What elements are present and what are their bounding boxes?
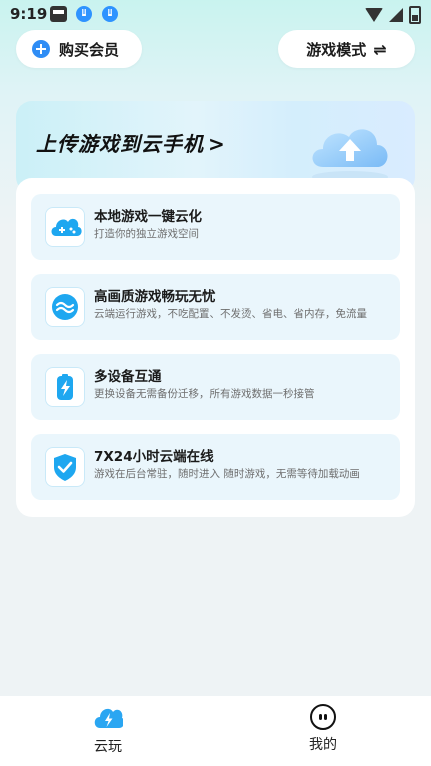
- feature-subtitle: 更换设备无需备份迁移，所有游戏数据一秒接管: [94, 388, 315, 400]
- buy-member-label: 购买会员: [59, 40, 120, 59]
- nav-label: 我的: [309, 737, 337, 753]
- feature-title: 本地游戏一键云化: [94, 209, 202, 225]
- wifi-icon: [365, 8, 383, 22]
- nav-item-mine[interactable]: 我的: [283, 704, 363, 754]
- plus-icon: [32, 40, 50, 58]
- banner-title-text: 上传游戏到云手机: [36, 132, 204, 156]
- feature-subtitle: 云端运行游戏，不吃配置、不发烫、省电、省内存，免流量: [94, 308, 367, 320]
- feature-card[interactable]: 7X24小时云端在线 游戏在后台常驻，随时进入 随时游戏，无需等待加载动画: [31, 434, 400, 500]
- feature-card[interactable]: 本地游戏一键云化 打造你的独立游戏空间: [31, 194, 400, 260]
- wave-icon: [45, 287, 85, 327]
- status-bar: 9:19: [0, 0, 431, 28]
- download-icon: [76, 6, 92, 22]
- feature-card[interactable]: 多设备互通 更换设备无需备份迁移，所有游戏数据一秒接管: [31, 354, 400, 420]
- battery-bolt-icon: [45, 367, 85, 407]
- feature-card[interactable]: 高画质游戏畅玩无忧 云端运行游戏，不吃配置、不发烫、省电、省内存，免流量: [31, 274, 400, 340]
- status-time: 9:19: [10, 5, 48, 23]
- app-notification-icon: [50, 6, 67, 22]
- game-mode-label: 游戏模式: [306, 40, 367, 59]
- signal-icon: [389, 8, 403, 22]
- feature-title: 7X24小时云端在线: [94, 449, 214, 465]
- feature-title: 多设备互通: [94, 369, 162, 385]
- cloud-gamepad-icon: [45, 207, 85, 247]
- bottom-nav: 云玩 我的: [0, 696, 431, 766]
- game-mode-button[interactable]: 游戏模式 ⇌: [278, 30, 415, 68]
- nav-item-cloud-play[interactable]: 云玩: [68, 704, 148, 756]
- cloud-bolt-icon: [94, 708, 123, 728]
- swap-icon: ⇌: [373, 39, 387, 59]
- status-indicators: [365, 6, 421, 24]
- feature-subtitle: 游戏在后台常驻，随时进入 随时游戏，无需等待加载动画: [94, 468, 360, 480]
- download-icon: [102, 6, 118, 22]
- banner-title: 上传游戏到云手机 >: [36, 128, 226, 157]
- feature-title: 高画质游戏畅玩无忧: [94, 289, 216, 305]
- face-icon: [310, 704, 336, 730]
- upload-cloud-icon: [312, 129, 388, 183]
- chevron-right-icon: >: [208, 132, 226, 156]
- battery-icon: [409, 6, 421, 24]
- features-panel: 本地游戏一键云化 打造你的独立游戏空间 高画质游戏畅玩无忧 云端运行游戏，不吃配…: [16, 178, 415, 517]
- shield-check-icon: [45, 447, 85, 487]
- buy-member-button[interactable]: 购买会员: [16, 30, 142, 68]
- nav-label: 云玩: [94, 739, 122, 755]
- feature-subtitle: 打造你的独立游戏空间: [94, 228, 199, 240]
